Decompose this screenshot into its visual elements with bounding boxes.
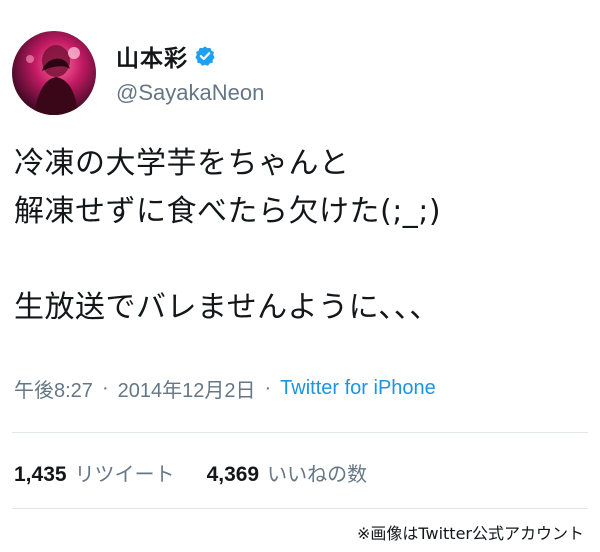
- user-handle[interactable]: @SayakaNeon: [116, 80, 264, 106]
- display-name[interactable]: 山本彩: [116, 39, 188, 73]
- meta-separator: ·: [264, 377, 272, 399]
- retweets-stat[interactable]: 1,435 リツイート: [14, 458, 175, 487]
- retweets-label: リツイート: [74, 462, 175, 486]
- tweet-stats: 1,435 リツイート 4,369 いいねの数: [14, 458, 367, 487]
- user-names: 山本彩 @SayakaNeon: [116, 40, 264, 106]
- avatar[interactable]: [12, 31, 96, 115]
- divider: [12, 432, 588, 433]
- meta-separator: ·: [101, 377, 109, 399]
- retweets-count: 1,435: [14, 463, 67, 486]
- avatar-photo-icon: [26, 45, 80, 115]
- divider: [12, 508, 588, 509]
- name-row: 山本彩: [116, 40, 264, 72]
- verified-badge-icon: [194, 45, 216, 67]
- tweet-source-link[interactable]: Twitter for iPhone: [280, 377, 436, 400]
- likes-stat[interactable]: 4,369 いいねの数: [207, 458, 368, 487]
- tweet-header: 山本彩 @SayakaNeon: [12, 30, 264, 116]
- tweet-date[interactable]: 2014年12月2日: [118, 374, 256, 403]
- tweet-meta: 午後8:27 · 2014年12月2日 · Twitter for iPhone: [14, 374, 436, 403]
- tweet-card: 山本彩 @SayakaNeon 冷凍の大学芋をちゃんと 解凍せずに食べたら欠けた…: [0, 0, 600, 552]
- likes-label: いいねの数: [267, 462, 368, 486]
- tweet-text: 冷凍の大学芋をちゃんと 解凍せずに食べたら欠けた(;_;) 生放送でバレませんよ…: [14, 146, 442, 325]
- tweet-time[interactable]: 午後8:27: [14, 374, 93, 403]
- likes-count: 4,369: [206, 463, 260, 486]
- image-credit: ※画像はTwitter公式アカウント: [356, 524, 584, 543]
